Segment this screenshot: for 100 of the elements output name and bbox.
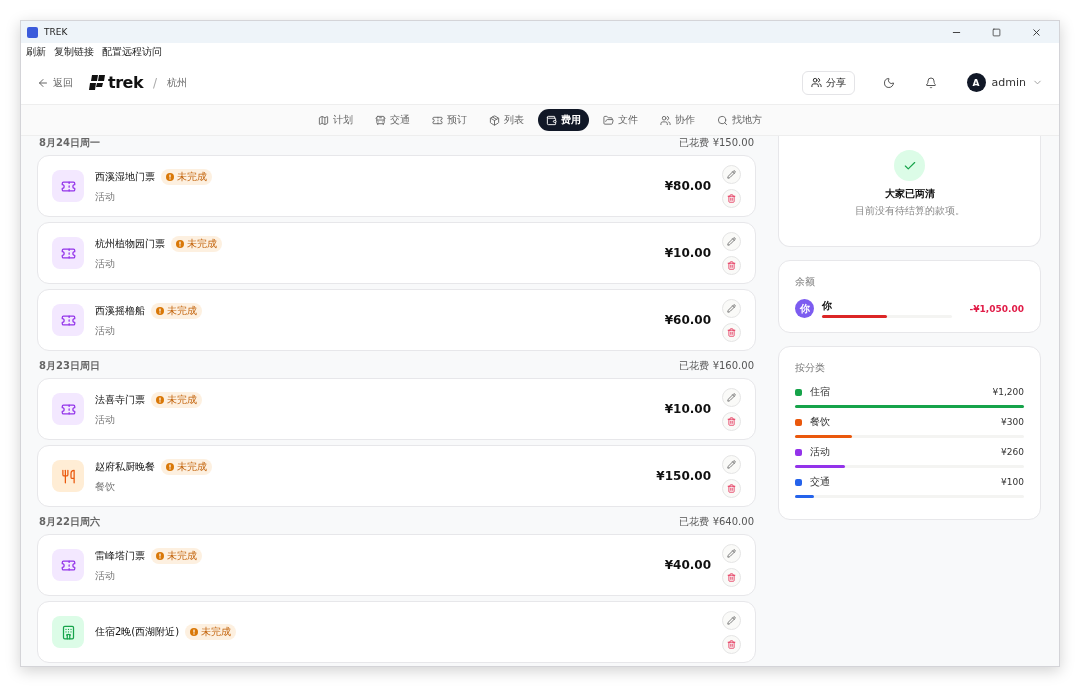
delete-button[interactable] <box>722 567 741 587</box>
maximize-icon[interactable] <box>991 27 1001 37</box>
status-badge: 未完成 <box>161 458 212 475</box>
expense-amount: ¥150.00 <box>656 469 711 483</box>
alert-icon <box>190 628 199 636</box>
ticket-icon <box>60 557 76 573</box>
edit-button[interactable] <box>722 454 741 474</box>
logo-text: trek <box>108 73 144 92</box>
category-name: 交通 <box>810 475 831 489</box>
delete-button[interactable] <box>722 322 741 342</box>
status-badge: 未完成 <box>171 235 222 252</box>
expense-name: 杭州植物园门票 <box>95 236 165 251</box>
day-total: 已花费 ¥640.00 <box>679 515 754 529</box>
users-icon <box>810 77 822 88</box>
day-date: 8月23日周日 <box>39 359 100 373</box>
back-link[interactable]: 返回 <box>37 75 73 90</box>
pencil-icon <box>727 169 736 179</box>
breadcrumb-separator: / <box>153 75 158 90</box>
panel-title: 余额 <box>795 275 816 289</box>
expense-name: 住宿2晚(西湖附近) <box>95 625 180 639</box>
tab[interactable]: 交通 <box>367 109 418 131</box>
trash-icon <box>727 327 736 337</box>
expense-amount: ¥80.00 <box>664 179 711 193</box>
expense-amount: ¥10.00 <box>664 402 711 416</box>
pencil-icon <box>727 392 736 402</box>
expense-name: 法喜寺门票 <box>95 392 145 407</box>
panel-title: 按分类 <box>795 361 826 375</box>
alert-icon <box>156 395 164 404</box>
balance-amount: -¥1,050.00 <box>969 303 1024 314</box>
ticket-icon <box>432 114 443 126</box>
edit-button[interactable] <box>722 610 741 630</box>
delete-button[interactable] <box>722 411 741 431</box>
expense-name: 雷峰塔门票 <box>95 548 145 563</box>
edit-button[interactable] <box>722 231 741 251</box>
tab[interactable]: 协作 <box>652 109 703 131</box>
tab[interactable]: 文件 <box>595 109 646 131</box>
expense-amount: ¥60.00 <box>664 313 711 327</box>
folder-icon <box>603 114 614 126</box>
ticket-icon <box>60 401 76 417</box>
moon-icon[interactable] <box>882 76 895 89</box>
ticket-icon <box>60 245 76 261</box>
delete-button[interactable] <box>722 634 741 654</box>
trash-icon <box>727 416 736 426</box>
trip-name: 杭州 <box>167 75 189 90</box>
share-button[interactable]: 分享 <box>801 70 855 95</box>
category-name: 活动 <box>810 445 831 459</box>
menu-item[interactable]: 复制链接 <box>54 45 94 59</box>
delete-button[interactable] <box>722 478 741 498</box>
menu-item[interactable]: 刷新 <box>26 45 46 59</box>
status-badge: 未完成 <box>161 168 212 185</box>
expense-amount: ¥10.00 <box>664 246 711 260</box>
ticket-icon <box>60 178 76 194</box>
edit-button[interactable] <box>722 543 741 563</box>
expense-category: 活动 <box>95 189 116 204</box>
edit-button[interactable] <box>722 387 741 407</box>
day-total: 已花费 ¥150.00 <box>679 136 754 150</box>
bell-icon[interactable] <box>924 76 937 89</box>
arrow-left-icon <box>37 76 49 89</box>
map-icon <box>318 114 329 126</box>
delete-button[interactable] <box>722 188 741 208</box>
close-icon[interactable] <box>1030 26 1042 38</box>
expense-category: 活动 <box>95 323 116 338</box>
search-icon <box>717 114 728 126</box>
person-name: 你 <box>822 299 833 313</box>
settled-title: 大家已两清 <box>884 187 935 201</box>
pencil-icon <box>727 548 736 558</box>
edit-button[interactable] <box>722 298 741 318</box>
alert-icon <box>156 551 164 560</box>
expense-name: 西溪湿地门票 <box>95 169 155 184</box>
pencil-icon <box>727 459 736 469</box>
status-badge: 未完成 <box>185 624 237 640</box>
category-amount: ¥1,200 <box>992 387 1024 397</box>
box-icon <box>489 114 500 126</box>
trash-icon <box>727 193 736 203</box>
tab[interactable]: 预订 <box>424 109 475 131</box>
expense-category: 活动 <box>95 412 116 427</box>
building-icon <box>60 624 76 640</box>
category-name: 餐饮 <box>810 415 831 429</box>
tab[interactable]: 计划 <box>310 109 361 131</box>
user-name[interactable]: admin <box>991 76 1026 89</box>
app-logo-icon <box>27 26 38 38</box>
person-avatar: 你 <box>795 299 814 318</box>
status-badge: 未完成 <box>151 547 202 564</box>
edit-button[interactable] <box>722 164 741 184</box>
tab[interactable]: 费用 <box>538 109 589 131</box>
category-name: 住宿 <box>810 385 831 399</box>
category-amount: ¥300 <box>1001 417 1024 427</box>
tab[interactable]: 列表 <box>481 109 532 131</box>
expense-category: 活动 <box>95 568 116 583</box>
utensils-icon <box>60 468 76 484</box>
menu-item[interactable]: 配置远程访问 <box>102 45 162 59</box>
delete-button[interactable] <box>722 255 741 275</box>
trash-icon <box>727 260 736 270</box>
tab[interactable]: 找地方 <box>709 109 770 131</box>
day-total: 已花费 ¥160.00 <box>679 359 754 373</box>
user-avatar[interactable]: A <box>966 73 986 92</box>
ticket-icon <box>60 312 76 328</box>
expense-category: 餐饮 <box>95 479 116 494</box>
logo-icon <box>89 75 105 90</box>
expense-amount: ¥40.00 <box>664 558 711 572</box>
